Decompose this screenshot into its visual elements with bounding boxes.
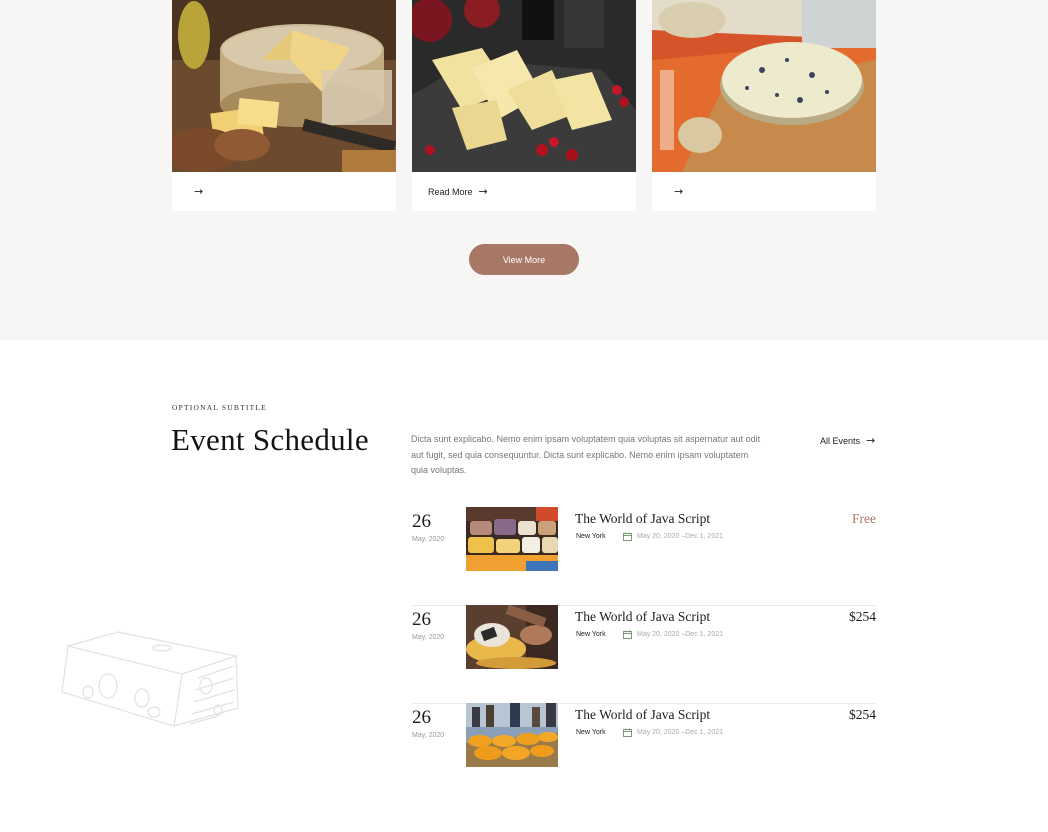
event-price: Free xyxy=(852,511,876,526)
event-date-range: May 20, 2020 –Dec 1, 2021 xyxy=(637,631,724,638)
event-month-year: May, 2020 xyxy=(412,536,445,543)
event-location: New York xyxy=(576,631,606,638)
arrow-right-icon: → xyxy=(478,185,488,198)
view-more-button[interactable]: View More xyxy=(469,244,579,275)
read-more-label: Read More xyxy=(428,186,473,197)
blog-card[interactable]: Read More → xyxy=(412,0,636,211)
calendar-icon xyxy=(623,728,632,737)
event-thumbnail[interactable] xyxy=(466,605,558,669)
card-footer: → xyxy=(652,172,876,211)
card-footer: → xyxy=(172,172,396,211)
event-title[interactable]: The World of Java Script xyxy=(575,609,710,625)
event-location: New York xyxy=(576,729,606,736)
event-date-range: May 20, 2020 –Dec 1, 2021 xyxy=(637,533,724,540)
event-location: New York xyxy=(576,533,606,540)
read-more-link[interactable]: → xyxy=(188,186,203,197)
cheese-wheel-image[interactable] xyxy=(172,0,396,172)
event-thumbnail[interactable] xyxy=(466,507,558,571)
all-events-label: All Events xyxy=(820,435,861,446)
blog-cards-section: → Read More → → View More xyxy=(0,0,1048,340)
calendar-icon xyxy=(623,630,632,639)
cheese-cubes-image[interactable] xyxy=(412,0,636,172)
event-day: 26 xyxy=(412,609,431,630)
event-price: $254 xyxy=(849,609,876,624)
all-events-link[interactable]: All Events → xyxy=(820,435,875,446)
event-title[interactable]: The World of Java Script xyxy=(575,707,710,723)
event-item[interactable]: 26 May, 2020 The World of Java Script Ne… xyxy=(411,605,876,704)
card-footer: Read More → xyxy=(412,172,636,211)
section-description: Dicta sunt explicabo. Nemo enim ipsam vo… xyxy=(411,434,761,475)
section-subtitle: OPTIONAL SUBTITLE xyxy=(172,403,267,412)
arrow-right-icon: → xyxy=(866,434,876,447)
event-price: $254 xyxy=(849,707,876,722)
blog-card[interactable]: → xyxy=(652,0,876,211)
arrow-right-icon: → xyxy=(674,185,684,198)
calendar-icon xyxy=(623,532,632,541)
section-title: Event Schedule xyxy=(171,422,369,457)
arrow-right-icon: → xyxy=(194,185,204,198)
event-month-year: May, 2020 xyxy=(412,732,445,739)
event-thumbnail[interactable] xyxy=(466,703,558,767)
event-month-year: May, 2020 xyxy=(412,634,445,641)
read-more-link[interactable]: → xyxy=(668,186,683,197)
blue-cheese-image[interactable] xyxy=(652,0,876,172)
read-more-link[interactable]: Read More → xyxy=(428,186,488,197)
event-date-range: May 20, 2020 –Dec 1, 2021 xyxy=(637,729,724,736)
event-day: 26 xyxy=(412,511,431,532)
event-item[interactable]: 26 May, 2020 The World of Java Script Ne… xyxy=(411,703,876,801)
event-title[interactable]: The World of Java Script xyxy=(575,511,710,527)
blog-card[interactable]: → xyxy=(172,0,396,211)
event-day: 26 xyxy=(412,707,431,728)
event-item[interactable]: 26 May, 2020 The World of Java Script Ne… xyxy=(411,507,876,606)
cheese-sketch-illustration xyxy=(61,631,239,727)
